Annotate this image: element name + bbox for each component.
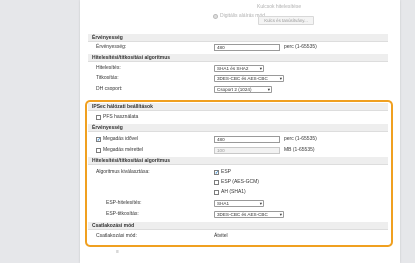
check-icon: ✓ bbox=[97, 137, 101, 142]
size-input[interactable]: 100 bbox=[214, 147, 280, 154]
ah-checkbox[interactable] bbox=[214, 190, 219, 195]
validity-section-header: Érvényesség bbox=[88, 34, 388, 42]
esp-enc-label: ESP-titkosítás: bbox=[106, 211, 139, 217]
time-checkbox[interactable]: ✓ bbox=[96, 137, 101, 142]
validity-input[interactable]: 480 bbox=[214, 44, 280, 51]
dh-select[interactable]: Csoport 2 (1024) ▾ bbox=[214, 86, 272, 93]
auth-select[interactable]: SHA1 és SHA2 ▾ bbox=[214, 65, 264, 72]
validity-unit: perc (1-65535) bbox=[284, 44, 317, 50]
chevron-down-icon: ▾ bbox=[259, 66, 262, 71]
time-label: Megadás idővel bbox=[103, 136, 139, 142]
esp-enc-select[interactable]: 3DES-CBC és AES-CBC ▾ bbox=[214, 211, 284, 218]
size-unit: MB (1-65535) bbox=[284, 147, 315, 153]
check-icon: ✓ bbox=[215, 170, 219, 175]
faded-section-title: Kulcsok hitelesítése bbox=[257, 4, 302, 10]
auth-select-value: SHA1 és SHA2 bbox=[217, 66, 249, 71]
esp-aes-gcm-checkbox[interactable] bbox=[214, 180, 219, 185]
alg-choice-label: Algoritmus kiválasztása: bbox=[96, 169, 150, 175]
chevron-down-icon: ▾ bbox=[267, 87, 270, 92]
dh-select-value: Csoport 2 (1024) bbox=[217, 87, 252, 92]
esp-enc-select-value: 3DES-CBC és AES-CBC bbox=[217, 212, 268, 217]
chevron-down-icon: ▾ bbox=[259, 201, 262, 206]
esp-checkbox[interactable]: ✓ bbox=[214, 170, 219, 175]
ah-label: AH (SHA1) bbox=[221, 189, 246, 195]
auth-enc-section-header: Hitelesítési/titkosítási algoritmus bbox=[88, 54, 388, 62]
ipsec-alg-header: Hitelesítési/titkosítási algoritmus bbox=[88, 157, 388, 165]
digital-signature-radio[interactable] bbox=[213, 14, 218, 19]
time-unit: perc (1-65535) bbox=[284, 136, 317, 142]
enc-label: Titkosítás: bbox=[96, 75, 119, 81]
ipsec-section-header: IPSec hálózati beállítások bbox=[88, 103, 388, 111]
esp-auth-select[interactable]: SHA1 ▾ bbox=[214, 200, 264, 207]
ipsec-validity-header: Érvényesség bbox=[88, 124, 388, 132]
conn-mode-label: Csatlakozási mód: bbox=[96, 233, 137, 239]
chevron-down-icon: ▾ bbox=[279, 76, 282, 81]
enc-select-value: 3DES-CBC és AES-CBC bbox=[217, 76, 268, 81]
pfs-label: PFS használata bbox=[103, 114, 139, 120]
chevron-down-icon: ▾ bbox=[279, 212, 282, 217]
size-checkbox[interactable] bbox=[96, 148, 101, 153]
key-certificate-button[interactable]: Kulcs és tanúsítvány... bbox=[258, 16, 314, 25]
validity-label: Érvényesség: bbox=[96, 44, 127, 50]
esp-auth-select-value: SHA1 bbox=[217, 201, 230, 206]
enc-select[interactable]: 3DES-CBC és AES-CBC ▾ bbox=[214, 75, 284, 82]
auth-label: Hitelesítés: bbox=[96, 65, 121, 71]
esp-aes-gcm-label: ESP (AES-GCM) bbox=[221, 179, 259, 185]
dh-label: DH csoport: bbox=[96, 86, 123, 92]
time-input[interactable]: 480 bbox=[214, 136, 280, 143]
conn-mode-header: Csatlakozási mód bbox=[88, 222, 388, 230]
size-label: Megadás mérettel bbox=[103, 147, 144, 153]
esp-auth-label: ESP-hitelesítés: bbox=[106, 200, 142, 206]
esp-label: ESP bbox=[221, 169, 232, 175]
conn-mode-value: Átvitel bbox=[214, 233, 228, 239]
bottom-menu-icon[interactable]: ≡ bbox=[116, 249, 119, 255]
pfs-checkbox[interactable] bbox=[96, 115, 101, 120]
